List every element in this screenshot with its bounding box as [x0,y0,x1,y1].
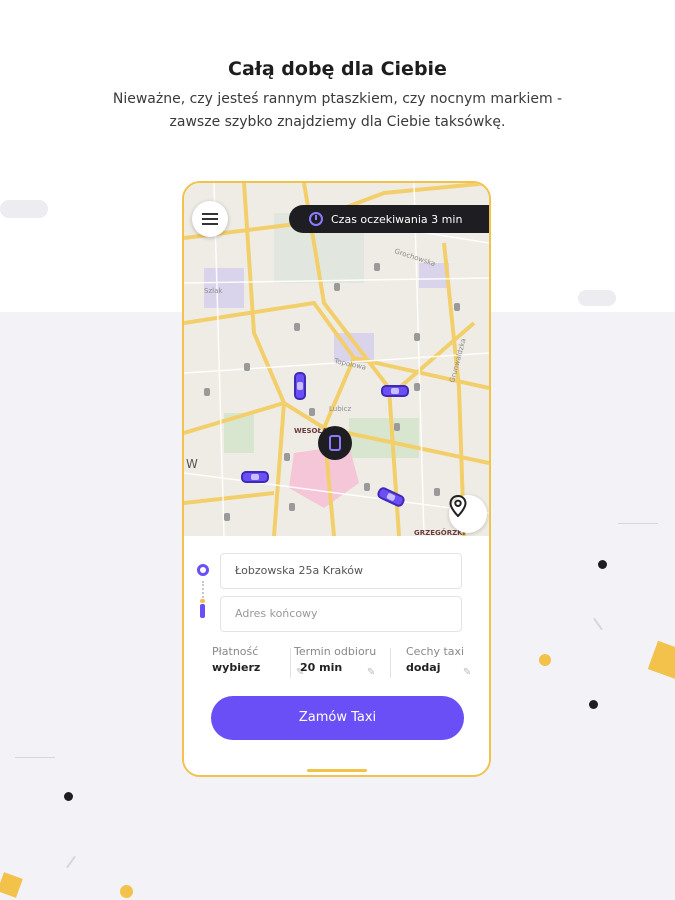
options-divider [290,648,291,678]
decoration-dot [598,560,607,569]
taxi-icon [241,471,269,483]
svg-text:Lubicz: Lubicz [329,405,351,413]
phone-mockup: Grochowska Topolowa Grunwaldzka Szlak Lu… [182,181,491,777]
cloud-decoration-left [0,200,48,218]
taxi-icon [294,372,306,400]
svg-text:Grochowska: Grochowska [393,247,436,268]
decoration-dot [539,654,551,666]
my-location-button[interactable] [449,495,487,533]
decoration-dot [120,885,133,898]
location-pin-icon [329,435,341,451]
decoration-dot [589,700,598,709]
location-pin-icon [449,495,467,517]
payment-label: Płatność [212,645,259,658]
page-title: Całą dobę dla Ciebie [228,58,447,80]
map-view[interactable]: Grochowska Topolowa Grunwaldzka Szlak Lu… [184,183,489,536]
taxi-features-value: dodaj [406,661,441,674]
decoration-line [618,523,658,524]
payment-value: wybierz [212,661,261,674]
route-connector [202,581,206,601]
taxi-features-option[interactable]: Cechy taxi dodaj ✎ [406,645,486,678]
payment-option[interactable]: Płatność wybierz ✎ [212,645,304,678]
destination-address-field[interactable]: Adres końcowy [220,596,462,632]
page-subtitle: Nieważne, czy jesteś rannym ptaszkiem, c… [112,91,563,130]
decoration-line [15,757,55,758]
cloud-decoration-right [578,290,616,306]
pickup-time-label: Termin odbioru [294,645,377,658]
origin-marker-icon [197,564,209,576]
taxi-icon [381,385,409,397]
pickup-time-value: 20 min [300,661,343,674]
wait-time-label: Czas oczekiwania 3 min [331,212,463,226]
pickup-address-field[interactable]: Łobzowska 25a Kraków [220,553,462,589]
destination-marker-icon [200,599,205,618]
edit-icon: ✎ [463,667,472,678]
options-divider [390,648,391,678]
order-taxi-button[interactable]: Zamów Taxi [211,696,464,740]
taxi-features-label: Cechy taxi [406,645,465,658]
menu-button[interactable] [192,201,228,237]
pickup-location-pin[interactable] [318,426,352,460]
decoration-dot [64,792,73,801]
svg-text:Szlak: Szlak [204,287,223,295]
order-form: Łobzowska 25a Kraków Adres końcowy Płatn… [184,536,489,775]
pickup-time-option[interactable]: Termin odbioru 20 min ✎ [294,645,377,678]
wait-time-badge: Czas oczekiwania 3 min [289,205,489,233]
svg-text:W: W [186,457,198,471]
home-indicator [307,769,367,772]
menu-icon [202,213,218,215]
clock-icon [309,212,323,226]
edit-icon: ✎ [367,667,376,678]
map-streets: Grochowska Topolowa Grunwaldzka Szlak Lu… [184,183,489,536]
